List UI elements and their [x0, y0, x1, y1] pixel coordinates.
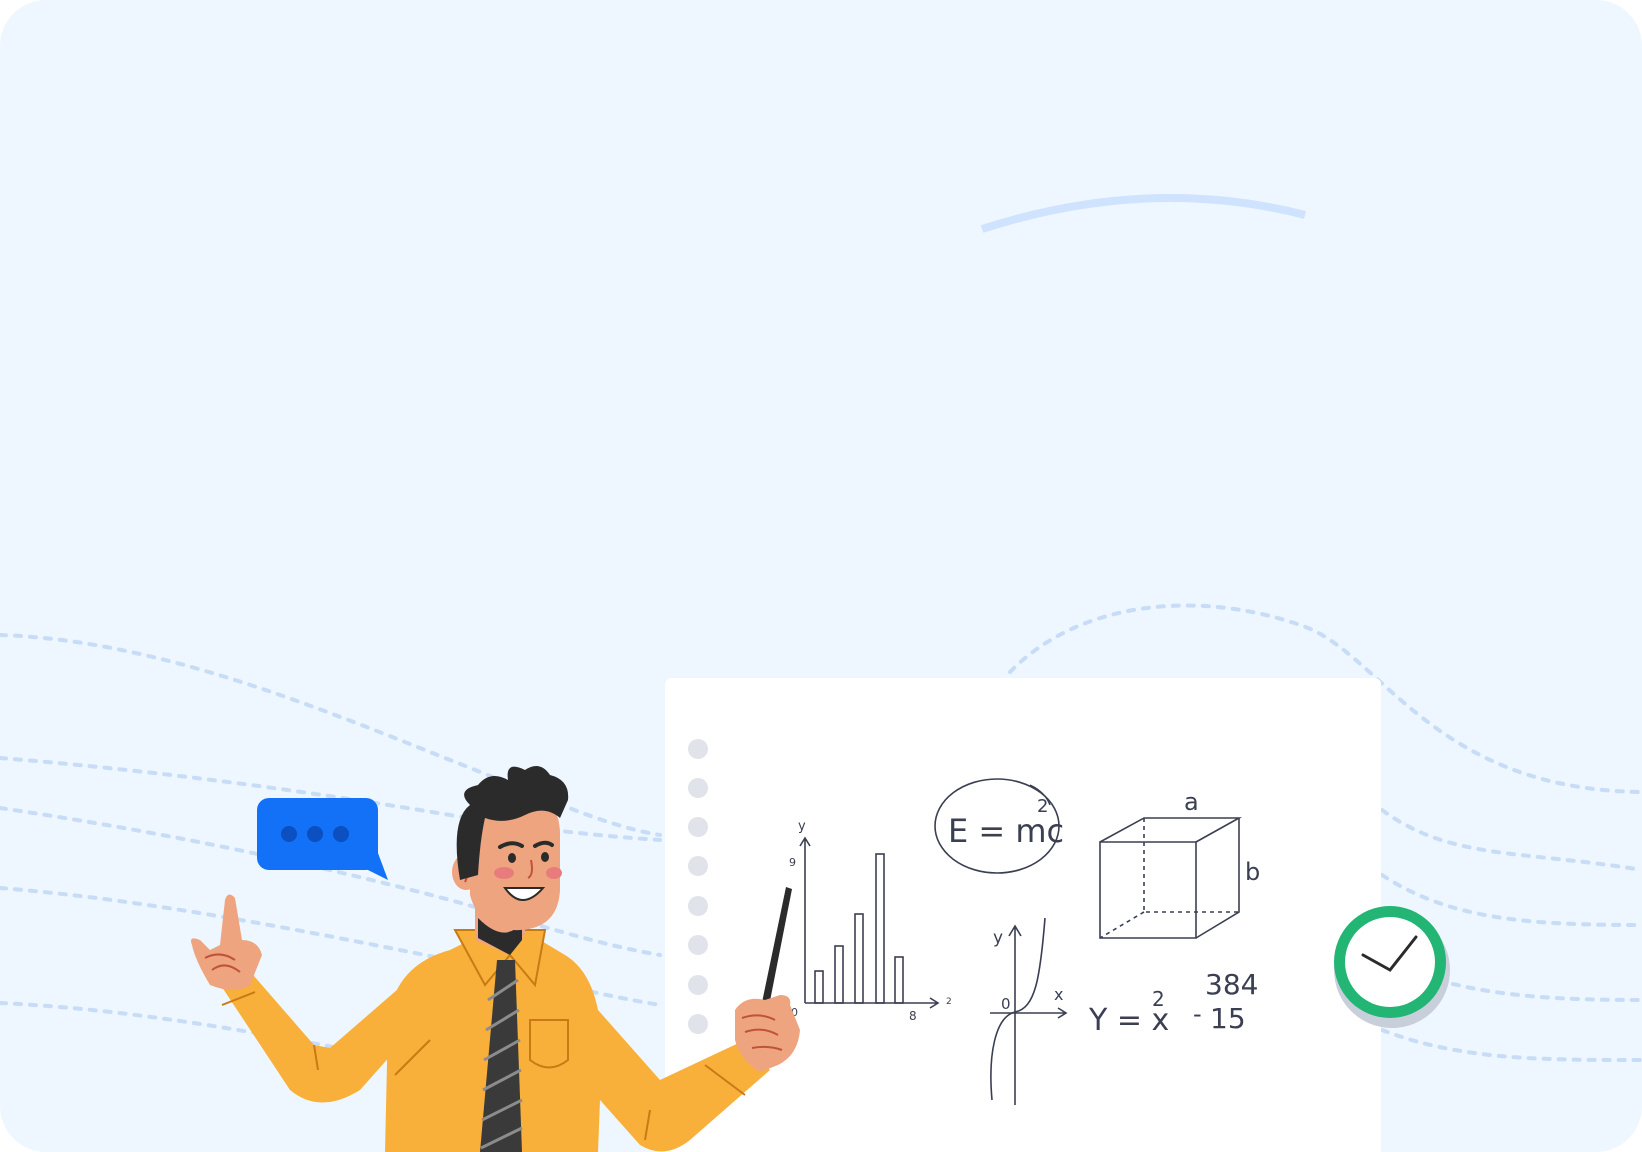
- curve-graph-x-label: x: [1054, 985, 1063, 1004]
- teacher-left-hand: [191, 894, 262, 990]
- curve-graph-origin: 0: [1001, 995, 1011, 1013]
- decorative-arc: [980, 193, 1306, 233]
- teacher-illustration: y 9 0 8 2 E = mc 2 a b y x 0 Y = x 2 384…: [0, 193, 1642, 1152]
- bar-chart-y-label: y: [798, 819, 806, 834]
- equation-exponent: 2: [1152, 987, 1165, 1011]
- bar-chart-y-tick: 9: [789, 856, 796, 869]
- arithmetic-bottom: 15: [1210, 1002, 1246, 1035]
- cube-label-a: a: [1184, 788, 1199, 816]
- bar-chart-x-tick: 8: [909, 1009, 917, 1023]
- bar-chart-x-end: 2: [946, 997, 952, 1007]
- curve-graph-y-label: y: [993, 928, 1003, 948]
- illustration-card: y 9 0 8 2 E = mc 2 a b y x 0 Y = x 2 384…: [0, 0, 1642, 1152]
- arithmetic-operator: -: [1193, 1000, 1202, 1028]
- clock-icon: [1334, 906, 1450, 1028]
- formula-einstein: E = mc: [948, 812, 1064, 850]
- chat-bubble-icon: [257, 798, 388, 880]
- whiteboard: y 9 0 8 2 E = mc 2 a b y x 0 Y = x 2 384…: [665, 678, 1381, 1152]
- cube-label-b: b: [1245, 858, 1260, 886]
- arithmetic-top: 384: [1205, 968, 1258, 1001]
- formula-einstein-exponent: 2: [1037, 796, 1048, 817]
